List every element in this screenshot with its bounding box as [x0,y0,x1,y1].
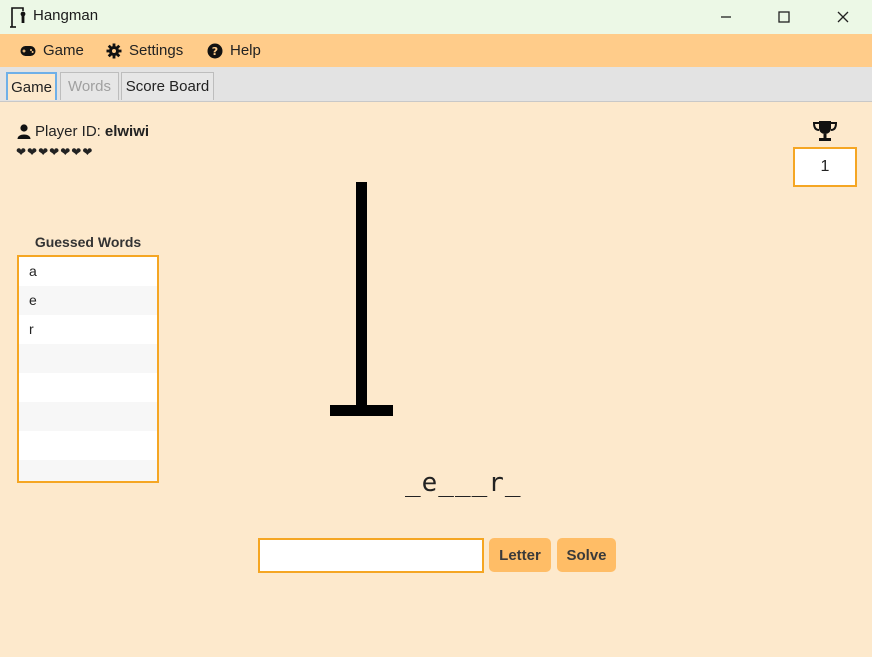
close-button[interactable] [814,0,872,34]
list-item[interactable] [19,344,157,373]
gallows-drawing [330,182,393,416]
tab-strip: Game Words Score Board [0,67,872,102]
gear-icon [106,43,122,58]
close-icon [837,11,849,23]
list-item[interactable]: a [19,257,157,286]
guessed-words-title: Guessed Words [34,234,142,250]
question-circle-icon: ? [207,43,223,58]
gallows-base [330,405,393,416]
tab-score-board[interactable]: Score Board [121,72,214,100]
gamepad-icon [20,45,36,56]
user-icon [17,124,31,139]
guessed-words-list[interactable]: a e r [17,255,159,483]
player-id-label: Player ID: [35,123,101,140]
letter-button[interactable]: Letter [489,538,551,572]
minimize-button[interactable] [697,0,755,34]
guess-input[interactable] [258,538,484,573]
maximize-button[interactable] [755,0,813,34]
list-item[interactable] [19,373,157,402]
minimize-icon [721,16,731,18]
menu-help-label: Help [230,42,261,59]
title-bar: Hangman [0,0,872,34]
masked-word: _e___r_ [405,468,522,498]
maximize-icon [778,11,790,23]
tab-game[interactable]: Game [6,72,57,100]
tab-words[interactable]: Words [60,72,119,100]
list-item[interactable] [19,460,157,481]
list-item[interactable] [19,431,157,460]
solve-button[interactable]: Solve [557,538,616,572]
list-item[interactable] [19,402,157,431]
score-display: 1 [793,147,857,187]
player-info: Player ID: elwiwi [17,123,149,140]
list-item[interactable]: e [19,286,157,315]
lives-hearts: ❤❤❤❤❤❤❤ [16,145,94,159]
player-id-value: elwiwi [104,123,150,140]
menu-bar: Game Settings ? Help [0,34,872,67]
gallows-post [356,182,367,408]
svg-text:?: ? [212,45,218,58]
hangman-app-icon [10,7,26,28]
list-item[interactable]: r [19,315,157,344]
menu-game-label: Game [43,42,84,59]
menu-settings-label: Settings [129,42,184,59]
menu-settings[interactable]: Settings [106,34,183,67]
menu-game[interactable]: Game [20,34,84,67]
trophy-icon [812,121,838,141]
window-title: Hangman [33,7,99,24]
menu-help[interactable]: ? Help [207,34,261,67]
